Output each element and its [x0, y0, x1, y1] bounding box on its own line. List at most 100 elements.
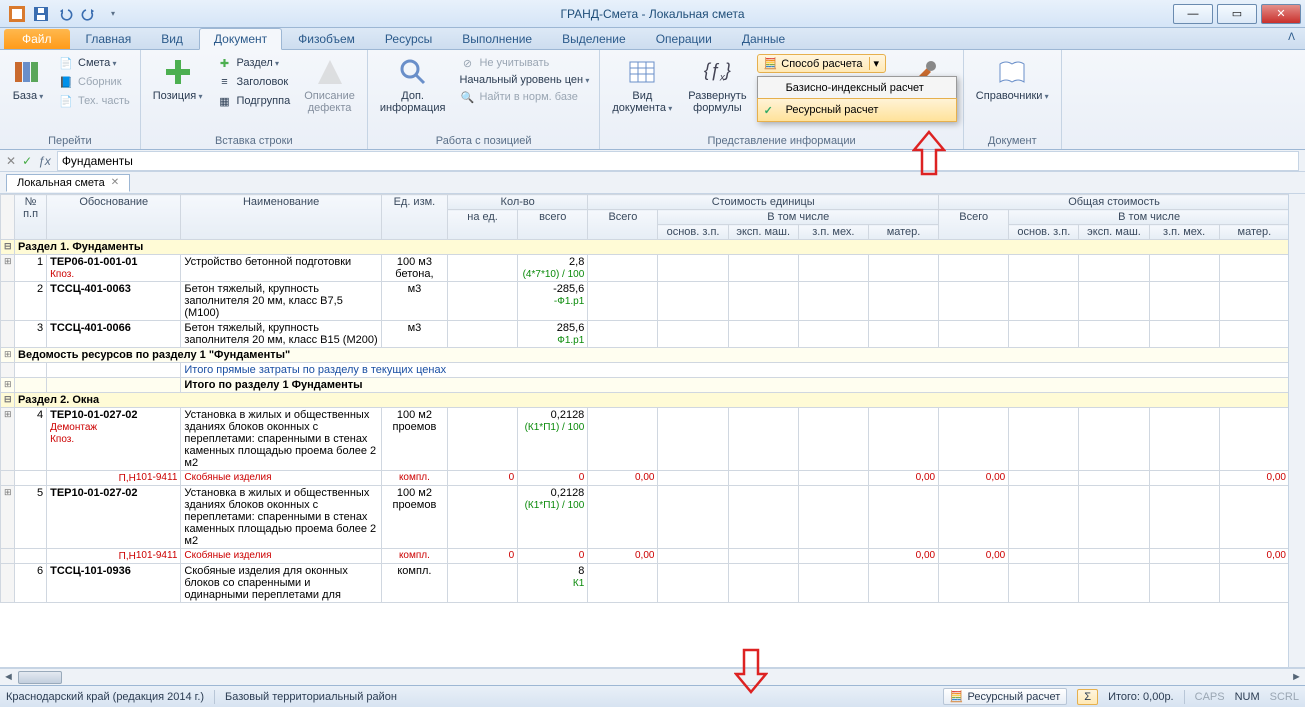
group-label: Документ: [970, 133, 1055, 147]
spravochniki-button[interactable]: Справочники: [970, 54, 1055, 104]
group-dokument: Справочники Документ: [964, 50, 1062, 149]
group-label: Вставка строки: [147, 133, 361, 147]
table-row[interactable]: Итого прямые затраты по разделу в текущи…: [1, 363, 1290, 378]
scroll-left-icon[interactable]: ◄: [0, 669, 17, 686]
col-obos[interactable]: Обоснование: [47, 195, 181, 240]
status-region: Краснодарский край (редакция 2014 г.): [6, 691, 204, 703]
grid: № п.п Обоснование Наименование Ед. изм. …: [0, 194, 1305, 668]
status-scrl: SCRL: [1270, 691, 1299, 703]
group-icon: ▦: [216, 93, 232, 109]
doc-tab[interactable]: Локальная смета✕: [6, 174, 130, 192]
sbornik-button: 📘Сборник: [54, 73, 134, 91]
statusbar: Краснодарский край (редакция 2014 г.) Ба…: [0, 685, 1305, 707]
tab-dannye[interactable]: Данные: [728, 29, 799, 49]
doc-tab-bar: Локальная смета✕: [0, 172, 1305, 194]
window-title: ГРАНД-Смета - Локальная смета: [560, 7, 744, 21]
check-icon: ✓: [764, 104, 773, 117]
status-calc-button[interactable]: 🧮Ресурсный расчет: [943, 688, 1067, 705]
doc-icon: 📄: [58, 93, 74, 109]
qat-save-icon[interactable]: [30, 3, 52, 25]
close-button[interactable]: ✕: [1261, 4, 1301, 24]
status-district: Базовый территориальный район: [225, 691, 397, 703]
nach-uroven-button[interactable]: Начальный уровень цен: [455, 73, 593, 87]
minimize-button[interactable]: —: [1173, 4, 1213, 24]
formula-accept-icon[interactable]: ✓: [22, 154, 32, 168]
table-icon: [626, 56, 658, 88]
qat-customize-icon[interactable]: ▾: [102, 3, 124, 25]
status-itogo: Итого: 0,00р.: [1108, 691, 1174, 703]
qat-redo-icon[interactable]: [78, 3, 100, 25]
annotation-arrow-up: [912, 130, 946, 176]
table-row[interactable]: ⊞1ТЕР06-01-001-01Кпоз.Устройство бетонно…: [1, 255, 1290, 282]
fx-icon: {ƒx}: [701, 56, 733, 88]
table-row[interactable]: 2ТССЦ-401-0063Бетон тяжелый, крупность з…: [1, 282, 1290, 321]
col-obst[interactable]: Общая стоимость: [939, 195, 1290, 210]
dop-info-button[interactable]: Доп. информация: [374, 54, 452, 116]
smeta-button[interactable]: 📄Смета: [54, 54, 134, 72]
section-row[interactable]: ⊟Раздел 2. Окна: [1, 393, 1290, 408]
table-row[interactable]: ⊞5ТЕР10-01-027-02Установка в жилых и общ…: [1, 486, 1290, 549]
eye-off-icon: ⊘: [459, 55, 475, 71]
formula-bar: ✕ ✓ ƒx: [0, 150, 1305, 172]
tab-glavnaya[interactable]: Главная: [72, 29, 146, 49]
status-num: NUM: [1235, 691, 1260, 703]
col-naim[interactable]: Наименование: [181, 195, 381, 240]
table-row[interactable]: П,Н 101-9411Скобяные изделиякомпл.000,00…: [1, 471, 1290, 486]
search-icon: 🔍: [459, 89, 475, 105]
razvernut-formuly-button[interactable]: {ƒx} Развернуть формулы: [682, 54, 752, 116]
calc-icon: 🧮: [950, 690, 964, 703]
vertical-scrollbar[interactable]: [1288, 194, 1305, 667]
col-stoed[interactable]: Стоимость единицы: [588, 195, 939, 210]
table-row[interactable]: 6ТССЦ-101-0936Скобяные изделия для оконн…: [1, 564, 1290, 603]
tab-vypolnenie[interactable]: Выполнение: [448, 29, 546, 49]
book-icon: 📘: [58, 74, 74, 90]
annotation-arrow-down: [734, 648, 768, 694]
horizontal-scrollbar[interactable]: ◄ ►: [0, 668, 1305, 685]
sposob-rascheta-button[interactable]: 🧮 Способ расчета ▾: [757, 54, 886, 73]
sposob-rascheta-menu: Базисно-индексный расчет ✓Ресурсный расч…: [757, 76, 957, 122]
scroll-right-icon[interactable]: ►: [1288, 669, 1305, 686]
base-button[interactable]: База: [6, 54, 50, 104]
tab-resursy[interactable]: Ресурсы: [371, 29, 446, 49]
table-row[interactable]: П,Н 101-9411Скобяные изделиякомпл.000,00…: [1, 549, 1290, 564]
formula-input[interactable]: [57, 151, 1299, 171]
qat-undo-icon[interactable]: [54, 3, 76, 25]
group-vstavka: Позиция ✚Раздел ≡Заголовок ▦Подгруппа Оп…: [141, 50, 368, 149]
tab-operacii[interactable]: Операции: [642, 29, 726, 49]
table-row[interactable]: ⊞Ведомость ресурсов по разделу 1 "Фундам…: [1, 348, 1290, 363]
maximize-button[interactable]: ▭: [1217, 4, 1257, 24]
menu-bazisno-indeksny[interactable]: Базисно-индексный расчет: [758, 77, 956, 99]
status-sum-button[interactable]: Σ: [1077, 689, 1098, 705]
scroll-thumb[interactable]: [18, 671, 62, 684]
table-row[interactable]: ⊞4ТЕР10-01-027-02ДемонтажКпоз.Установка …: [1, 408, 1290, 471]
close-doc-icon[interactable]: ✕: [111, 177, 119, 188]
header-icon: ≡: [216, 74, 232, 90]
group-label: Перейти: [6, 133, 134, 147]
calc-icon: 🧮: [764, 57, 778, 70]
formula-cancel-icon[interactable]: ✕: [6, 154, 16, 168]
podgruppa-button[interactable]: ▦Подгруппа: [212, 92, 294, 110]
menu-resursny[interactable]: ✓Ресурсный расчет: [757, 98, 957, 122]
fx-icon[interactable]: ƒx: [38, 154, 51, 168]
tab-dokument[interactable]: Документ: [199, 28, 282, 50]
qat-app-icon[interactable]: [6, 3, 28, 25]
najti-button: 🔍Найти в норм. базе: [455, 88, 593, 106]
ribbon-collapse-icon[interactable]: ᐱ: [1288, 32, 1295, 43]
file-tab[interactable]: Файл: [4, 29, 70, 49]
table-row[interactable]: 3ТССЦ-401-0066Бетон тяжелый, крупность з…: [1, 321, 1290, 348]
col-kol[interactable]: Кол-во: [447, 195, 587, 210]
table-row[interactable]: ⊞Итого по разделу 1 Фундаменты: [1, 378, 1290, 393]
razdel-button[interactable]: ✚Раздел: [212, 54, 294, 72]
vid-dokumenta-button[interactable]: Вид документа: [606, 54, 678, 116]
plus-icon: [162, 56, 194, 88]
col-no[interactable]: № п.п: [15, 195, 47, 240]
col-ed[interactable]: Ед. изм.: [381, 195, 447, 240]
position-button[interactable]: Позиция: [147, 54, 209, 104]
zagolovok-button[interactable]: ≡Заголовок: [212, 73, 294, 91]
tab-vydelenie[interactable]: Выделение: [548, 29, 640, 49]
tab-vid[interactable]: Вид: [147, 29, 197, 49]
tab-fizobem[interactable]: Физобъем: [284, 29, 369, 49]
section-row[interactable]: ⊟Раздел 1. Фундаменты: [1, 240, 1290, 255]
tech-button: 📄Тех. часть: [54, 92, 134, 110]
ne-uchit-button: ⊘Не учитывать: [455, 54, 593, 72]
